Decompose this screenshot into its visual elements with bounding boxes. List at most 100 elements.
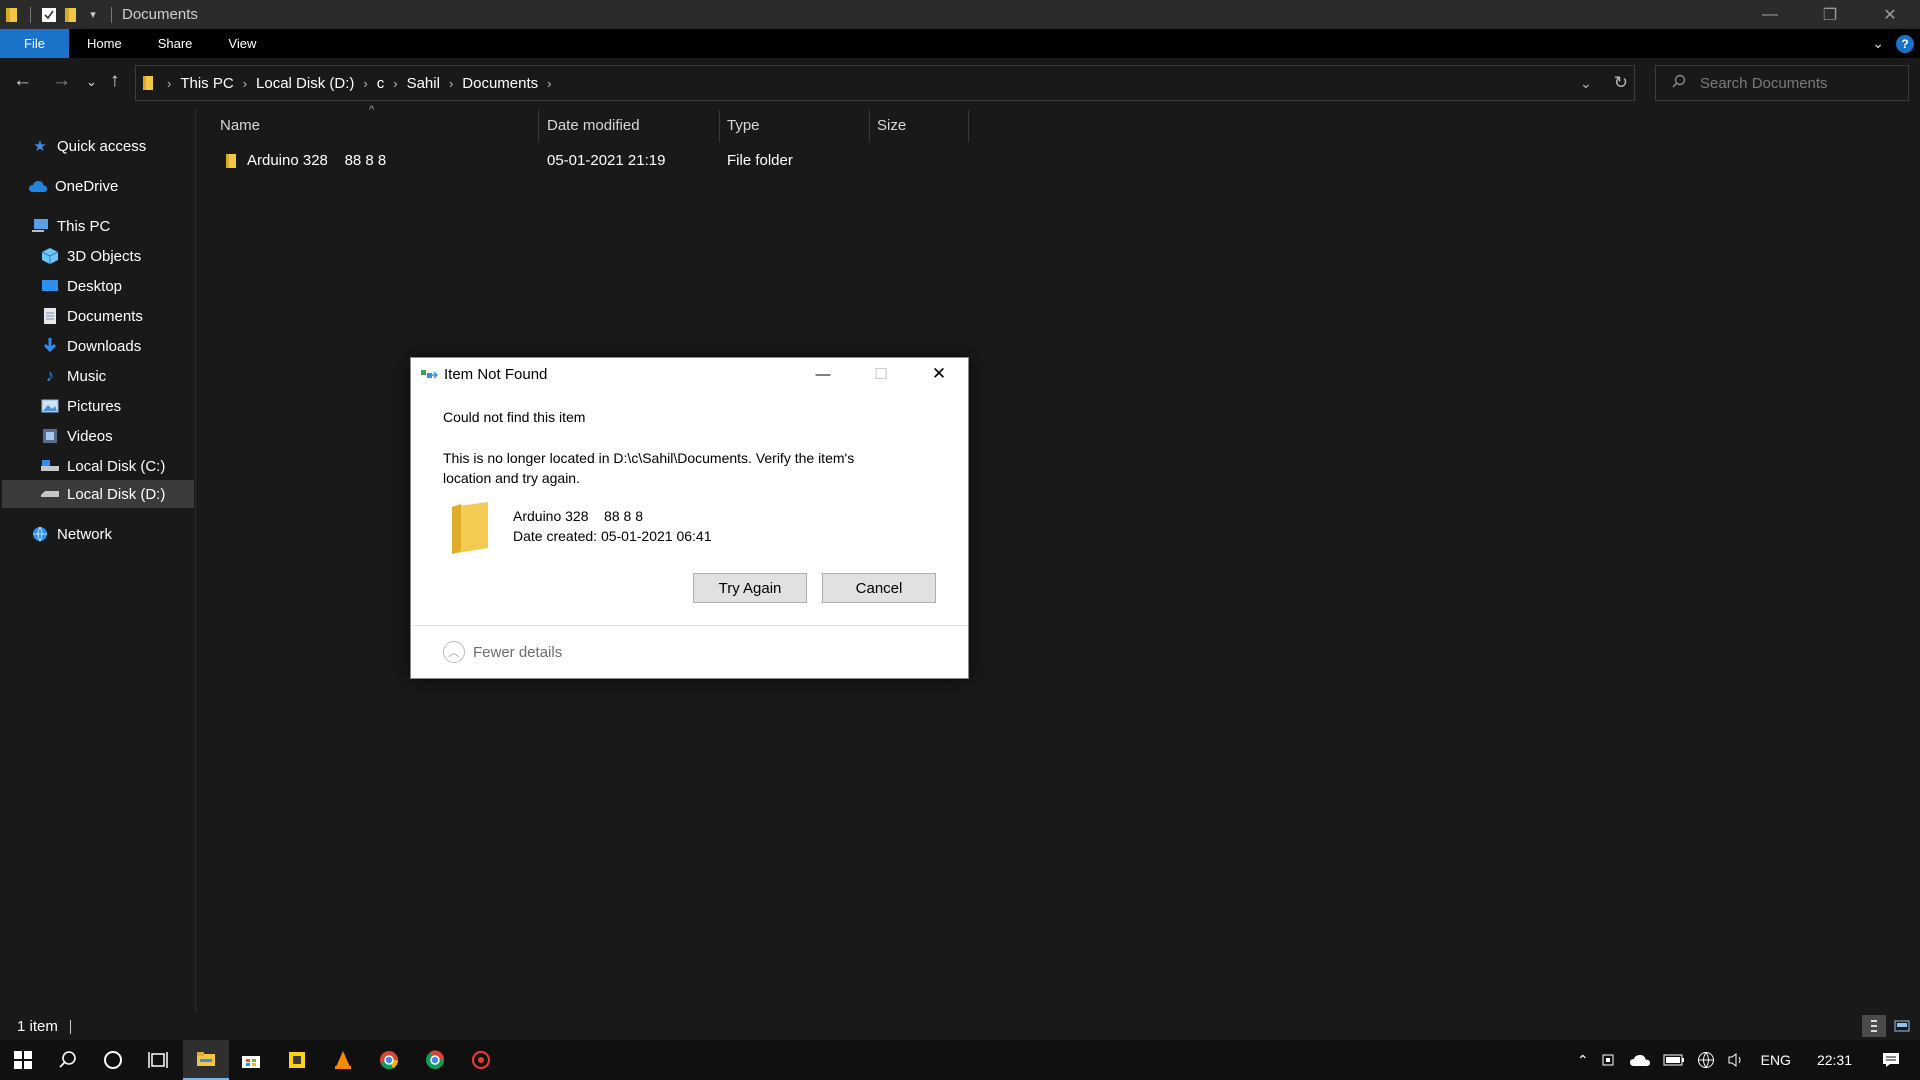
search-input[interactable]: Search Documents bbox=[1655, 65, 1909, 101]
cloud-icon bbox=[28, 176, 48, 196]
vlc-taskbar-button[interactable] bbox=[320, 1040, 366, 1080]
column-divider[interactable] bbox=[538, 110, 539, 142]
restore-button[interactable]: ❐ bbox=[1800, 0, 1860, 29]
videos-icon bbox=[40, 426, 60, 446]
column-header-size[interactable]: Size bbox=[877, 108, 906, 142]
store-icon bbox=[242, 1056, 260, 1068]
dialog-message-line-1: This is no longer located in D:\c\Sahil\… bbox=[443, 450, 855, 466]
minimize-button[interactable]: — bbox=[1740, 0, 1800, 29]
dialog-maximize-button: ☐ bbox=[874, 366, 888, 383]
window-title: Documents bbox=[122, 6, 198, 23]
try-again-button[interactable]: Try Again bbox=[693, 573, 807, 603]
sidebar-item-local-disk-d[interactable]: Local Disk (D:) bbox=[2, 480, 194, 508]
language-indicator[interactable]: ENG bbox=[1751, 1040, 1801, 1080]
column-divider[interactable] bbox=[968, 110, 969, 142]
show-hidden-icons-button[interactable]: ⌃ bbox=[1571, 1040, 1595, 1080]
file-row[interactable]: Arduino 328 88 8 8 05-01-2021 21:19 File… bbox=[197, 150, 977, 174]
quick-access-toolbar: ▾ bbox=[0, 0, 116, 29]
star-icon: ★ bbox=[33, 138, 47, 155]
new-folder-icon[interactable] bbox=[63, 7, 79, 23]
column-header-name[interactable]: Name bbox=[220, 108, 260, 142]
recent-locations-icon[interactable]: ⌄ bbox=[86, 74, 97, 90]
collapse-details-icon[interactable]: ︿ bbox=[443, 641, 465, 663]
sidebar-item-downloads[interactable]: Downloads bbox=[40, 332, 141, 360]
dialog-close-button[interactable]: ✕ bbox=[910, 358, 968, 390]
search-taskbar-button[interactable] bbox=[45, 1040, 91, 1080]
breadcrumb-sahil[interactable]: Sahil bbox=[407, 75, 440, 92]
chevron-right-icon[interactable]: › bbox=[393, 76, 397, 91]
chevron-right-icon[interactable]: › bbox=[167, 76, 171, 91]
search-icon bbox=[1672, 74, 1686, 93]
chevron-right-icon[interactable]: › bbox=[547, 76, 551, 91]
address-history-dropdown-icon[interactable]: ⌄ bbox=[1580, 75, 1592, 92]
breadcrumb-local-disk-d[interactable]: Local Disk (D:) bbox=[256, 75, 354, 92]
address-bar[interactable]: › This PC › Local Disk (D:) › c › Sahil › Do… bbox=[135, 65, 1635, 101]
sidebar-item-local-disk-c[interactable]: Local Disk (C:) bbox=[40, 452, 165, 480]
navigation-bar: ← → ⌄ ↑ › This PC › Local Disk (D:) › c › S… bbox=[0, 58, 1920, 108]
task-view-icon bbox=[148, 1052, 168, 1068]
store-taskbar-button[interactable] bbox=[228, 1040, 274, 1080]
sidebar-item-pictures[interactable]: Pictures bbox=[40, 392, 121, 420]
cortana-button[interactable] bbox=[90, 1040, 136, 1080]
column-divider[interactable] bbox=[719, 110, 720, 142]
sidebar-item-documents[interactable]: Documents bbox=[40, 302, 143, 330]
chevron-right-icon[interactable]: › bbox=[449, 76, 453, 91]
onedrive-tray-icon[interactable] bbox=[1623, 1040, 1657, 1080]
column-header-type[interactable]: Type bbox=[727, 108, 760, 142]
refresh-icon[interactable]: ↻ bbox=[1614, 73, 1628, 93]
sidebar-item-3d-objects[interactable]: 3D Objects bbox=[40, 242, 141, 270]
start-button[interactable] bbox=[0, 1040, 46, 1080]
close-button[interactable]: ✕ bbox=[1860, 0, 1920, 29]
properties-icon[interactable] bbox=[41, 7, 57, 23]
divider bbox=[111, 6, 112, 23]
fewer-details-link[interactable]: Fewer details bbox=[473, 644, 562, 661]
sidebar-item-music[interactable]: ♪ Music bbox=[40, 362, 106, 390]
dialog-minimize-button[interactable]: — bbox=[794, 358, 852, 390]
help-button[interactable]: ? bbox=[1896, 34, 1914, 53]
back-arrow-icon[interactable]: ← bbox=[13, 70, 32, 92]
up-arrow-icon[interactable]: ↑ bbox=[110, 70, 120, 92]
music-icon: ♪ bbox=[45, 366, 55, 385]
notifications-button[interactable] bbox=[1868, 1040, 1920, 1080]
chrome-taskbar-button[interactable] bbox=[366, 1040, 412, 1080]
volume-icon[interactable] bbox=[1721, 1040, 1751, 1080]
large-icons-view-button[interactable] bbox=[1890, 1015, 1914, 1037]
sidebar-item-quick-access[interactable]: ★ Quick access bbox=[30, 132, 146, 160]
sidebar-item-videos[interactable]: Videos bbox=[40, 422, 113, 450]
meet-now-icon[interactable] bbox=[1595, 1040, 1623, 1080]
column-header-date-modified[interactable]: Date modified bbox=[547, 108, 640, 142]
app-taskbar-button[interactable] bbox=[458, 1040, 504, 1080]
sort-ascending-icon: ^ bbox=[369, 104, 375, 116]
tab-share[interactable]: Share bbox=[140, 29, 211, 58]
customize-toolbar-icon[interactable]: ▾ bbox=[85, 7, 101, 23]
forward-arrow-icon[interactable]: → bbox=[52, 70, 71, 92]
battery-icon[interactable] bbox=[1657, 1040, 1691, 1080]
network-icon bbox=[30, 524, 50, 544]
item-not-found-dialog: Item Not Found — ☐ ✕ Could not find this… bbox=[410, 357, 969, 679]
tab-view[interactable]: View bbox=[210, 29, 274, 58]
chrome-profile-taskbar-button[interactable] bbox=[412, 1040, 458, 1080]
tab-home[interactable]: Home bbox=[69, 29, 140, 58]
breadcrumb-documents[interactable]: Documents bbox=[462, 75, 538, 92]
sidebar-item-network[interactable]: Network bbox=[30, 520, 112, 548]
tab-file[interactable]: File bbox=[0, 29, 69, 58]
chevron-right-icon[interactable]: › bbox=[243, 76, 247, 91]
file-explorer-taskbar-button[interactable] bbox=[183, 1040, 229, 1080]
divider bbox=[69, 1019, 71, 1034]
clock[interactable]: 22:31 bbox=[1801, 1040, 1868, 1080]
column-divider[interactable] bbox=[869, 110, 870, 142]
sticky-notes-taskbar-button[interactable] bbox=[274, 1040, 320, 1080]
sidebar-item-desktop[interactable]: Desktop bbox=[40, 272, 122, 300]
task-view-button[interactable] bbox=[135, 1040, 181, 1080]
sidebar-item-onedrive[interactable]: OneDrive bbox=[28, 172, 118, 200]
breadcrumb-c[interactable]: c bbox=[377, 75, 385, 92]
network-tray-icon[interactable] bbox=[1691, 1040, 1721, 1080]
expand-ribbon-icon[interactable]: ⌄ bbox=[1872, 35, 1884, 52]
details-view-button[interactable] bbox=[1862, 1015, 1886, 1037]
sidebar-item-this-pc[interactable]: This PC bbox=[30, 212, 110, 240]
chevron-right-icon[interactable]: › bbox=[363, 76, 367, 91]
breadcrumb-this-pc[interactable]: This PC bbox=[180, 75, 233, 92]
cancel-button[interactable]: Cancel bbox=[822, 573, 936, 603]
navigation-pane: ★ Quick access OneDrive This PC 3D Objec… bbox=[0, 108, 196, 1013]
vlc-icon bbox=[335, 1051, 351, 1069]
